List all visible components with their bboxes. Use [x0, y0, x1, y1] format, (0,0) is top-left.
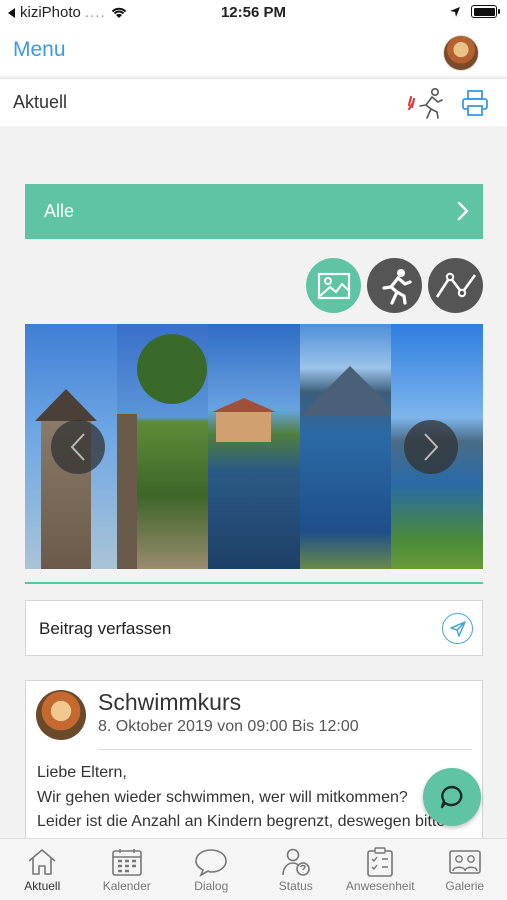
image-icon	[317, 272, 350, 299]
house-icon	[28, 849, 56, 875]
tab-label: Kalender	[102, 879, 151, 893]
gallery-photo[interactable]	[116, 324, 209, 569]
wall-shape	[116, 414, 137, 569]
printer-icon[interactable]	[461, 89, 489, 122]
post-separator	[98, 749, 472, 750]
tab-dialog[interactable]: Dialog	[169, 839, 254, 900]
tab-bar: Aktuell Kalender Dialog Status Anwesenhe…	[0, 838, 507, 900]
profile-avatar[interactable]	[443, 35, 479, 71]
divider	[25, 582, 483, 584]
tab-label: Status	[278, 879, 313, 893]
speech-bubble-icon	[195, 849, 228, 877]
chevron-left-icon	[70, 433, 85, 461]
house-shape	[212, 398, 277, 442]
chat-fab-button[interactable]	[423, 768, 481, 826]
tab-label: Aktuell	[24, 879, 61, 893]
post-date: 8. Oktober 2019 von 09:00 Bis 12:00	[98, 718, 359, 735]
gallery-photo[interactable]	[299, 324, 392, 569]
tab-anwesenheit[interactable]: Anwesenheit	[338, 839, 423, 900]
post-card[interactable]: Schwimmkurs 8. Oktober 2019 von 09:00 Bi…	[25, 680, 483, 850]
status-bar: kiziPhoto .... 12:56 PM	[0, 0, 507, 26]
post-body: Liebe Eltern, Wir gehen wieder schwimmen…	[37, 761, 445, 835]
tab-aktuell[interactable]: Aktuell	[0, 839, 85, 900]
compose-placeholder: Beitrag verfassen	[39, 619, 172, 638]
images-filter-button[interactable]	[306, 258, 361, 313]
activity-filter-button[interactable]	[367, 258, 422, 313]
gallery-photo[interactable]	[208, 324, 300, 569]
carousel-previous-button[interactable]	[51, 420, 105, 474]
chat-bubble-icon	[440, 785, 463, 809]
tab-label: Anwesenheit	[345, 879, 415, 893]
tree-shape	[136, 334, 207, 404]
battery-icon	[471, 5, 500, 18]
chevron-right-icon	[457, 201, 469, 221]
post-line: Liebe Eltern,	[37, 764, 127, 781]
running-person-icon[interactable]	[407, 87, 445, 126]
line-graph-icon	[435, 272, 476, 298]
tab-kalender[interactable]: Kalender	[85, 839, 170, 900]
statistics-filter-button[interactable]	[428, 258, 483, 313]
post-line: Wir gehen wieder schwimmen, wer will mit…	[37, 788, 408, 806]
post-title: Schwimmkurs	[98, 689, 242, 715]
filter-dropdown[interactable]: Alle	[25, 184, 483, 239]
attendance-icon	[367, 847, 394, 877]
person-question-icon	[281, 848, 310, 876]
gallery-icon	[448, 850, 481, 874]
tab-label: Galerie	[445, 879, 485, 893]
post-author-avatar[interactable]	[36, 690, 86, 740]
compose-post-field[interactable]: Beitrag verfassen	[25, 600, 483, 656]
filter-label: Alle	[44, 201, 75, 221]
tab-status[interactable]: Status	[254, 839, 339, 900]
location-arrow-icon	[450, 6, 460, 17]
mountain-shape	[299, 366, 392, 416]
running-person-icon	[381, 268, 412, 305]
send-button[interactable]	[442, 613, 473, 644]
tab-label: Dialog	[194, 879, 229, 893]
paper-plane-icon	[449, 620, 466, 637]
nav-bar: Menu	[0, 26, 507, 76]
tab-galerie[interactable]: Galerie	[423, 839, 507, 900]
section-title: Aktuell	[13, 92, 68, 112]
calendar-icon	[111, 849, 142, 876]
chevron-right-icon	[424, 433, 439, 461]
section-header: Aktuell	[0, 78, 507, 126]
clock: 12:56 PM	[220, 4, 287, 21]
post-line: Leider ist die Anzahl an Kindern begrenz…	[37, 813, 446, 830]
carousel-next-button[interactable]	[404, 420, 458, 474]
menu-button[interactable]: Menu	[13, 38, 66, 62]
